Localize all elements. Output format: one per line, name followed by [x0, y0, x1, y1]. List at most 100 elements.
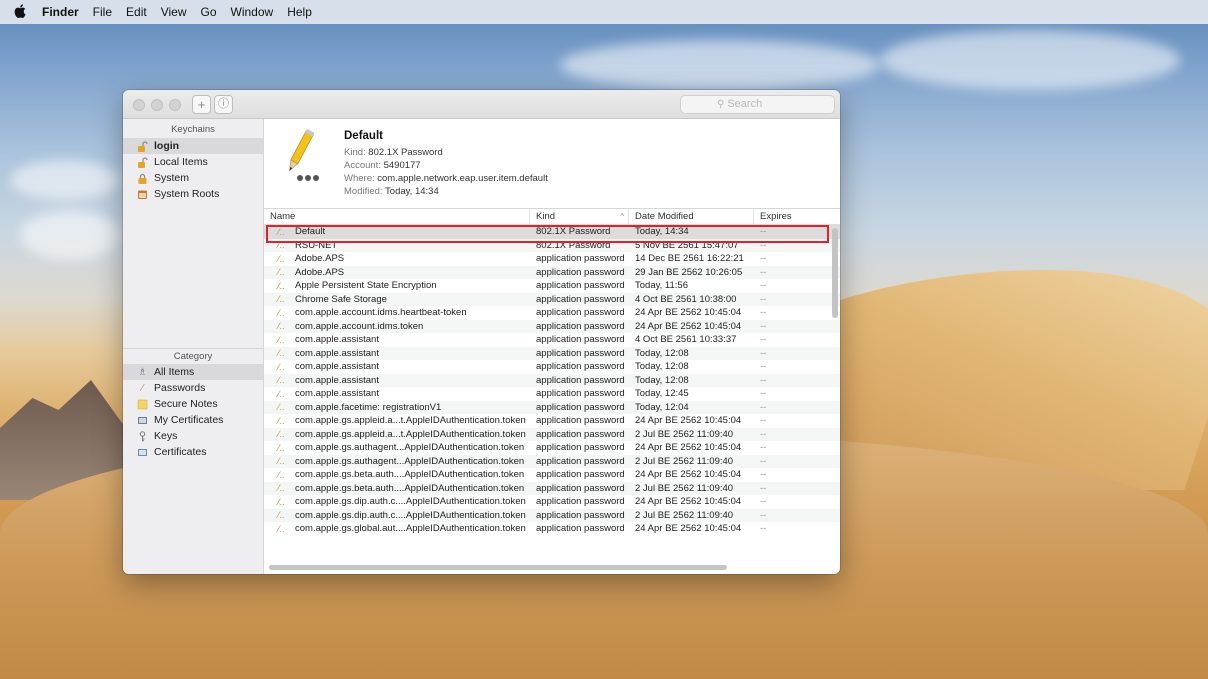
column-header-date-modified[interactable]: Date Modified	[629, 208, 754, 225]
cell-date-modified: 2 Jul BE 2562 11:09:40	[635, 482, 734, 494]
table-row[interactable]: ⁄.. Chrome Safe Storage application passwo…	[264, 292, 840, 306]
sidebar-item-system-roots[interactable]: System Roots	[123, 186, 263, 202]
cell-date-modified: 24 Apr BE 2562 10:45:04	[635, 469, 742, 481]
sidebar-item-label: My Certificates	[154, 414, 224, 426]
sidebar-item-certificates[interactable]: Certificates	[123, 444, 263, 460]
column-header-name[interactable]: Name	[264, 208, 530, 225]
certificate-icon	[137, 447, 148, 458]
sidebar-item-system[interactable]: System	[123, 170, 263, 186]
title-bar: + ⓘ ⚲ Search	[123, 90, 840, 119]
table-row[interactable]: ⁄.. Adobe.APS application password 29 Jan B…	[264, 265, 840, 279]
cell-name: ⁄.. Apple Persistent State Encryption	[264, 280, 530, 291]
sidebar-item-my-certificates[interactable]: My Certificates	[123, 412, 263, 428]
table-row[interactable]: ⁄.. RSU-NET 802.1X Password 5 Nov BE 2561 1…	[264, 238, 840, 252]
cabinet-icon	[137, 189, 148, 200]
cell-kind: 802.1X Password	[536, 226, 611, 238]
pen-icon: ⁄..	[278, 226, 285, 237]
table-row[interactable]: ⁄.. com.apple.gs.beta.auth....AppleIDAuth…	[264, 468, 840, 482]
cell-name: ⁄.. com.apple.account.idms.heartbeat-toke…	[264, 307, 530, 318]
sidebar-item-keys[interactable]: Keys	[123, 428, 263, 444]
table-row[interactable]: ⁄.. com.apple.gs.appleid.a...t.AppleIDAut…	[264, 427, 840, 441]
vertical-scrollbar[interactable]	[832, 228, 838, 318]
table-row[interactable]: ⁄.. com.apple.account.idms.token applicati…	[264, 319, 840, 333]
cell-name-text: Adobe.APS	[295, 266, 345, 278]
cell-date-modified: 24 Apr BE 2562 10:45:04	[635, 307, 742, 319]
menu-window[interactable]: Window	[231, 5, 274, 19]
cell-kind: application password	[536, 442, 625, 454]
table-row[interactable]: ⁄.. com.apple.assistant application passwo…	[264, 333, 840, 347]
cell-date-modified: Today, 12:04	[635, 401, 689, 413]
pen-icon: ⁄..	[278, 280, 285, 291]
table-row[interactable]: ⁄.. com.apple.gs.authagent...AppleIDAuthe…	[264, 454, 840, 468]
table-row[interactable]: ⁄.. com.apple.gs.global.aut....AppleIDAut…	[264, 522, 840, 536]
cell-kind: application password	[536, 496, 625, 508]
cell-name-text: com.apple.assistant	[295, 361, 379, 373]
pen-icon: ⁄..	[278, 267, 285, 278]
cell-name-text: RSU-NET	[295, 239, 338, 251]
table-row[interactable]: ⁄.. com.apple.facetime: registrationV1 app…	[264, 400, 840, 414]
cell-name: ⁄.. com.apple.gs.appleid.a...t.AppleIDAut…	[264, 429, 530, 440]
horizontal-scrollbar[interactable]	[269, 565, 727, 570]
minimize-window-button[interactable]	[151, 99, 163, 111]
cell-expires: --	[760, 347, 767, 359]
table-row[interactable]: ⁄.. com.apple.account.idms.heartbeat-toke…	[264, 306, 840, 320]
cell-expires: --	[760, 280, 767, 292]
cell-name: ⁄.. com.apple.assistant	[264, 388, 530, 399]
sidebar-item-local-items[interactable]: Local Items	[123, 154, 263, 170]
pen-icon: ⁄..	[278, 523, 285, 534]
cell-name: ⁄.. Adobe.APS	[264, 267, 530, 278]
sidebar-item-passwords[interactable]: ⁄ Passwords	[123, 380, 263, 396]
zoom-window-button[interactable]	[169, 99, 181, 111]
pen-icon: ⁄..	[278, 334, 285, 345]
keychains-header: Keychains	[171, 124, 215, 135]
search-placeholder: Search	[727, 98, 763, 110]
menu-help[interactable]: Help	[287, 5, 312, 19]
column-header-expires[interactable]: Expires	[754, 209, 824, 225]
menu-file[interactable]: File	[93, 5, 112, 19]
cell-expires: --	[760, 334, 767, 346]
cell-name-text: com.apple.facetime: registrationV1	[295, 401, 442, 413]
table-row[interactable]: ⁄.. com.apple.assistant application passwo…	[264, 373, 840, 387]
cell-name: ⁄.. com.apple.gs.dip.auth.c....AppleIDAut…	[264, 510, 530, 521]
table-row[interactable]: ⁄.. com.apple.assistant application passwo…	[264, 387, 840, 401]
table-row[interactable]: ⁄.. com.apple.gs.authagent...AppleIDAuthe…	[264, 441, 840, 455]
menu-finder[interactable]: Finder	[42, 5, 79, 19]
sidebar-item-login[interactable]: login	[123, 138, 263, 154]
cell-name-text: com.apple.gs.appleid.a...t.AppleIDAuthen…	[295, 415, 526, 427]
table-row[interactable]: ⁄.. Apple Persistent State Encryption appl…	[264, 279, 840, 293]
menu-view[interactable]: View	[161, 5, 187, 19]
cell-expires: --	[760, 455, 767, 467]
add-item-button[interactable]: +	[192, 95, 211, 114]
cell-date-modified: Today, 12:45	[635, 388, 689, 400]
column-header-kind[interactable]: Kind ^	[530, 208, 629, 225]
sidebar-item-secure-notes[interactable]: Secure Notes	[123, 396, 263, 412]
detail-account: Account: 5490177	[344, 160, 421, 171]
table-row[interactable]: ⁄.. com.apple.gs.appleid.a...t.AppleIDAut…	[264, 414, 840, 428]
cell-kind: application password	[536, 280, 625, 292]
table-row[interactable]: ⁄.. com.apple.assistant application passwo…	[264, 346, 840, 360]
cell-expires: --	[760, 428, 767, 440]
detail-where: Where: com.apple.network.eap.user.item.d…	[344, 173, 548, 184]
cell-date-modified: 4 Oct BE 2561 10:38:00	[635, 293, 737, 305]
cell-date-modified: 24 Apr BE 2562 10:45:04	[635, 523, 742, 535]
info-button[interactable]: ⓘ	[214, 95, 233, 114]
table-row[interactable]: ⁄.. Default 802.1X Password Today, 14:34 --	[264, 225, 840, 239]
table-row[interactable]: ⁄.. com.apple.gs.dip.auth.c....AppleIDAut…	[264, 508, 840, 522]
apple-menu-icon[interactable]	[14, 3, 26, 21]
cell-name-text: com.apple.account.idms.heartbeat-token	[295, 307, 467, 319]
table-header: Name Kind ^ Date Modified Expires	[264, 208, 840, 225]
search-field[interactable]: ⚲ Search	[680, 95, 835, 114]
sidebar-item-all-items[interactable]: ♗ All Items	[123, 364, 263, 380]
menu-go[interactable]: Go	[201, 5, 217, 19]
people-icon: ♗	[138, 366, 147, 378]
item-detail-panel: Default Kind: 802.1X Password Account: 5…	[264, 119, 840, 209]
table-row[interactable]: ⁄.. com.apple.gs.dip.auth.c....AppleIDAut…	[264, 495, 840, 509]
table-row[interactable]: ⁄.. Adobe.APS application password 14 Dec B…	[264, 252, 840, 266]
table-row[interactable]: ⁄.. com.apple.gs.beta.auth....AppleIDAuth…	[264, 481, 840, 495]
menu-edit[interactable]: Edit	[126, 5, 147, 19]
table-row[interactable]: ⁄.. com.apple.assistant application passwo…	[264, 360, 840, 374]
detail-modified-label: Modified:	[344, 186, 383, 197]
close-window-button[interactable]	[133, 99, 145, 111]
cell-expires: --	[760, 523, 767, 535]
pen-icon: ⁄..	[278, 321, 285, 332]
